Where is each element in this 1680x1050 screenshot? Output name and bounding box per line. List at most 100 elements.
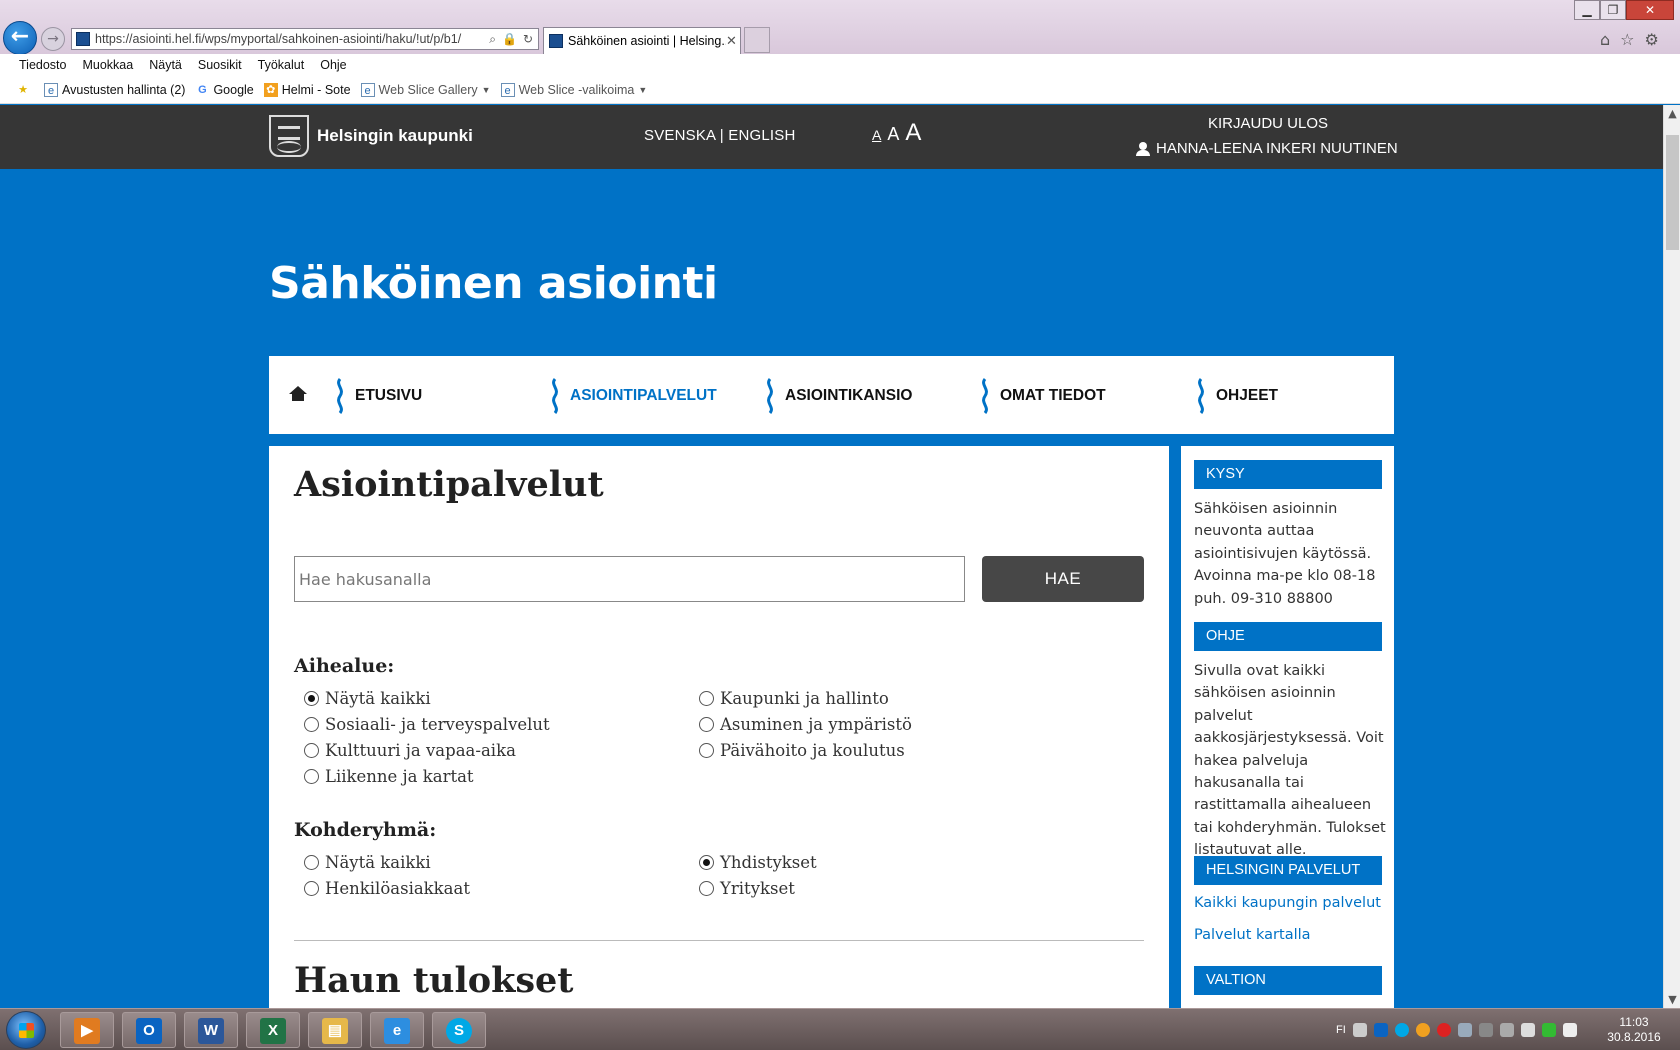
font-size-medium-button[interactable]: A	[887, 124, 899, 145]
fav-label: Web Slice Gallery	[378, 82, 478, 97]
link-palvelut-kartalla[interactable]: Palvelut kartalla	[1194, 927, 1311, 943]
radio-aihe-paivahoito[interactable]: Päivähoito ja koulutus	[699, 741, 905, 760]
battery-icon[interactable]	[1541, 1023, 1556, 1037]
fav-label: Helmi - Sote	[281, 82, 351, 97]
new-tab-button[interactable]	[744, 27, 770, 53]
search-input[interactable]	[294, 556, 965, 602]
fav-item-avustusten[interactable]: e Avustusten hallinta (2)	[44, 82, 185, 97]
radio-kohde-nayta-kaikki[interactable]: Näytä kaikki	[304, 853, 431, 872]
menu-item-suosikit[interactable]: Suosikit	[198, 58, 242, 72]
font-size-large-button[interactable]: A	[905, 119, 921, 147]
menu-item-nayta[interactable]: Näytä	[149, 58, 182, 72]
maximize-window-button[interactable]: ❐	[1600, 0, 1626, 20]
radio-kohde-yritykset[interactable]: Yritykset	[699, 879, 795, 898]
browser-titlebar: ← → https://asiointi.hel.fi/wps/myportal…	[0, 0, 1680, 55]
radio-kohde-henkiloasiakkaat[interactable]: Henkilöasiakkaat	[304, 879, 470, 898]
minimize-window-button[interactable]: ▁	[1574, 0, 1600, 20]
back-button[interactable]: ←	[3, 21, 37, 55]
web-page: Helsingin kaupunki SVENSKA | ENGLISH A A…	[0, 105, 1663, 1008]
nav-item-etusivu[interactable]: ETUSIVU	[334, 378, 422, 414]
browser-tab-active[interactable]: Sähköinen asiointi | Helsing... ✕	[543, 27, 741, 54]
fav-item-web-slice-gallery[interactable]: e Web Slice Gallery ▼	[360, 82, 491, 97]
nav-item-asiointipalvelut[interactable]: ASIOINTIPALVELUT	[549, 378, 717, 414]
username-label: HANNA-LEENA INKERI NUUTINEN	[1156, 140, 1398, 157]
star-icon[interactable]: ☆	[1620, 30, 1634, 49]
menu-item-muokkaa[interactable]: Muokkaa	[82, 58, 133, 72]
user-account[interactable]: HANNA-LEENA INKERI NUUTINEN	[1136, 140, 1398, 157]
internet-explorer-icon: e	[384, 1018, 410, 1044]
radio-label: Yhdistykset	[720, 853, 817, 872]
font-size-small-button[interactable]: A	[872, 127, 881, 143]
taskbar-word[interactable]: W	[184, 1012, 238, 1048]
address-url[interactable]: https://asiointi.hel.fi/wps/myportal/sah…	[95, 32, 484, 46]
signal-icon[interactable]	[1499, 1023, 1514, 1037]
close-tab-icon[interactable]: ✕	[726, 33, 740, 49]
scroll-thumb[interactable]	[1666, 135, 1679, 250]
google-icon: G	[198, 83, 207, 96]
nav-item-asiointikansio[interactable]: ASIOINTIKANSIO	[764, 378, 912, 414]
taskbar-skype[interactable]: S	[432, 1012, 486, 1048]
site-logo[interactable]: Helsingin kaupunki	[269, 115, 473, 157]
nav-item-omat-tiedot[interactable]: OMAT TIEDOT	[979, 378, 1106, 414]
link-kaikki-palvelut[interactable]: Kaikki kaupungin palvelut	[1194, 895, 1381, 911]
radio-label: Päivähoito ja koulutus	[720, 741, 905, 760]
keyboard-icon[interactable]	[1352, 1023, 1367, 1037]
menu-item-tiedosto[interactable]: Tiedosto	[19, 58, 66, 72]
display-icon[interactable]	[1478, 1023, 1493, 1037]
fav-item-google[interactable]: G Google	[195, 83, 254, 97]
taskbar-outlook[interactable]: O	[122, 1012, 176, 1048]
radio-kohde-yhdistykset[interactable]: Yhdistykset	[699, 853, 817, 872]
taskbar-explorer[interactable]: ▤	[308, 1012, 362, 1048]
outlook-tray-icon[interactable]	[1373, 1023, 1388, 1037]
home-icon[interactable]	[289, 386, 307, 402]
radio-aihe-kulttuuri[interactable]: Kulttuuri ja vapaa-aika	[304, 741, 516, 760]
nav-item-ohjeet[interactable]: OHJEET	[1195, 378, 1278, 414]
skype-tray-icon[interactable]	[1394, 1023, 1409, 1037]
taskbar-media-player[interactable]: ▶	[60, 1012, 114, 1048]
forward-button[interactable]: →	[41, 27, 65, 51]
scroll-up-icon[interactable]: ▲	[1664, 105, 1680, 122]
radio-unselected-icon	[699, 743, 714, 758]
valtion-heading: VALTION	[1194, 966, 1382, 995]
network-icon[interactable]	[1457, 1023, 1472, 1037]
menu-item-tyokalut[interactable]: Työkalut	[258, 58, 305, 72]
gear-icon[interactable]: ⚙	[1645, 30, 1659, 49]
start-button[interactable]	[6, 1011, 46, 1049]
kysy-heading: KYSY	[1194, 460, 1382, 489]
system-clock[interactable]: 11:03 30.8.2016	[1604, 1015, 1664, 1045]
logout-link[interactable]: KIRJAUDU ULOS	[1208, 115, 1328, 132]
fav-item-web-slice-valikoima[interactable]: e Web Slice -valikoima ▼	[500, 82, 647, 97]
refresh-icon[interactable]: ↻	[523, 32, 533, 47]
radio-aihe-liikenne[interactable]: Liikenne ja kartat	[304, 767, 474, 786]
address-bar[interactable]: https://asiointi.hel.fi/wps/myportal/sah…	[71, 28, 539, 50]
radio-aihe-nayta-kaikki[interactable]: Näytä kaikki	[304, 689, 431, 708]
page-scrollbar[interactable]: ▲ ▼	[1663, 105, 1680, 1008]
home-icon[interactable]: ⌂	[1600, 30, 1610, 49]
scroll-down-icon[interactable]: ▼	[1664, 991, 1680, 1008]
favorites-star-button[interactable]: ★	[16, 83, 34, 97]
radio-aihe-kaupunki[interactable]: Kaupunki ja hallinto	[699, 689, 889, 708]
search-button[interactable]: HAE	[982, 556, 1144, 602]
language-links[interactable]: SVENSKA | ENGLISH	[644, 127, 796, 144]
antivirus-icon[interactable]	[1436, 1023, 1451, 1037]
wave-icon	[552, 378, 558, 414]
menu-item-ohje[interactable]: Ohje	[320, 58, 346, 72]
usb-icon[interactable]	[1520, 1023, 1535, 1037]
site-top-bar: Helsingin kaupunki SVENSKA | ENGLISH A A…	[0, 105, 1663, 169]
language-indicator[interactable]: FI	[1336, 1024, 1346, 1036]
search-icon[interactable]: ⌕	[489, 32, 496, 47]
radio-selected-icon	[304, 691, 319, 706]
main-content: Asiointipalvelut HAE Aihealue: Näytä kai…	[269, 446, 1169, 1008]
radio-aihe-sosiaali[interactable]: Sosiaali- ja terveyspalvelut	[304, 715, 550, 734]
radio-aihe-asuminen[interactable]: Asuminen ja ympäristö	[699, 715, 912, 734]
notification-icon[interactable]	[1415, 1023, 1430, 1037]
fav-item-helmi[interactable]: ✿ Helmi - Sote	[263, 82, 351, 97]
word-icon: W	[198, 1018, 224, 1044]
taskbar-internet-explorer[interactable]: e	[370, 1012, 424, 1048]
helsinki-crest-icon	[269, 115, 309, 157]
lock-icon[interactable]: 🔒	[502, 32, 517, 47]
volume-icon[interactable]	[1562, 1023, 1577, 1037]
radio-label: Sosiaali- ja terveyspalvelut	[325, 715, 550, 734]
taskbar-excel[interactable]: X	[246, 1012, 300, 1048]
close-window-button[interactable]: ✕	[1626, 0, 1674, 20]
